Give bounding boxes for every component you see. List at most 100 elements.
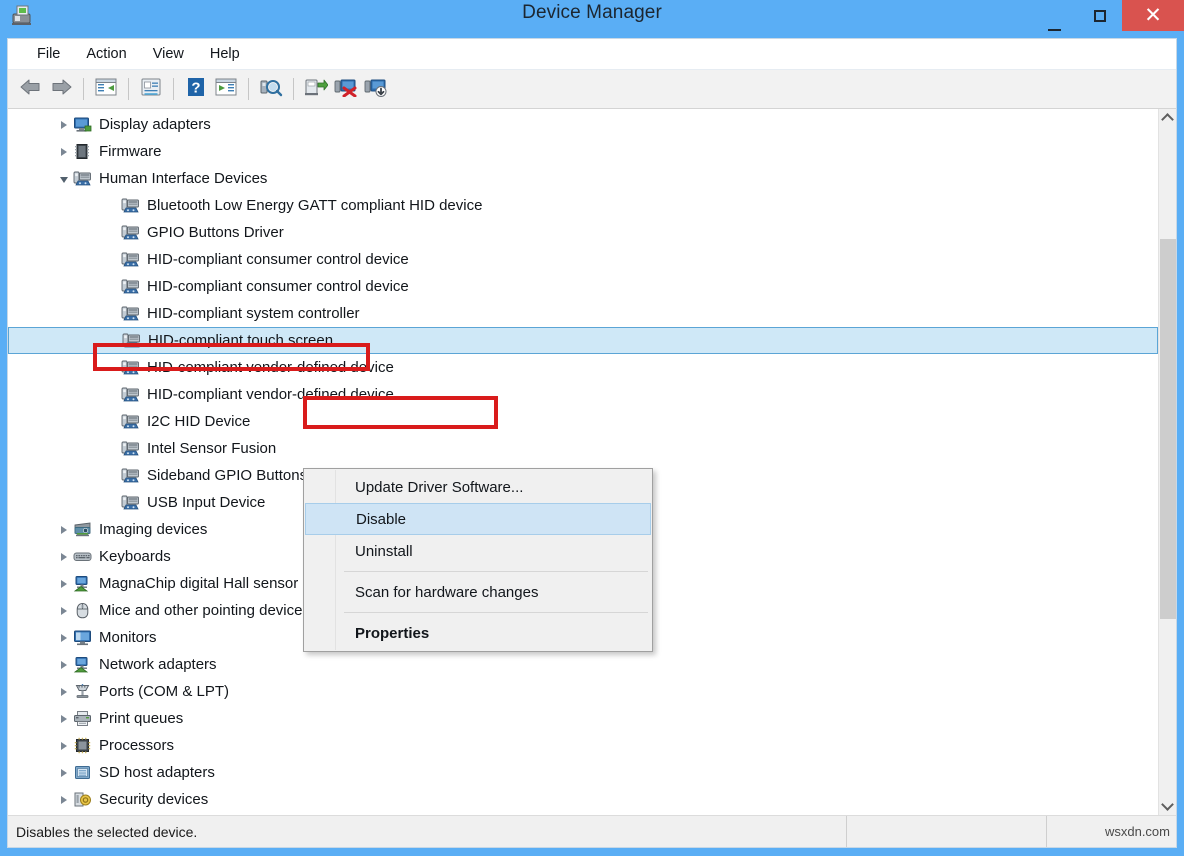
tree-item-label: HID-compliant system controller [147,305,360,323]
tree-item-label: Intel Sensor Fusion [147,440,276,458]
close-button[interactable]: ✕ [1122,0,1184,31]
ctx-separator-1 [344,571,648,572]
expand-triangle-icon[interactable] [56,526,72,534]
tree-item[interactable]: Firmware [8,138,1158,165]
expand-triangle-icon[interactable] [56,634,72,642]
expand-triangle-icon[interactable] [56,742,72,750]
minimize-button[interactable] [1032,0,1077,39]
scrollbar-thumb[interactable] [1160,239,1176,619]
svg-text:?: ? [191,79,200,96]
toolbar-separator [248,78,249,100]
ctx-disable[interactable]: Disable [305,503,651,535]
hid-icon [120,278,140,296]
tree-item-label: Sideband GPIO Buttons [147,467,307,485]
toolbar-separator [128,78,129,100]
tree-item[interactable]: HID-compliant vendor-defined device [8,354,1158,381]
network-adapter-icon [72,656,92,674]
menu-action[interactable]: Action [73,43,139,66]
toolbar-help-button[interactable]: ? [181,74,211,104]
tree-item[interactable]: Intel Sensor Fusion [8,435,1158,462]
expand-triangle-icon[interactable] [56,796,72,804]
vertical-scrollbar[interactable] [1158,109,1176,815]
expand-triangle-icon[interactable] [56,553,72,561]
toolbar-action-pane-button[interactable] [211,74,241,104]
ctx-properties[interactable]: Properties [304,617,652,649]
tree-item[interactable]: Ports (COM & LPT) [8,678,1158,705]
scroll-up-button[interactable] [1159,109,1176,127]
expand-triangle-icon[interactable] [56,121,72,129]
tree-item[interactable]: HID-compliant consumer control device [8,273,1158,300]
tree-item-label: Bluetooth Low Energy GATT compliant HID … [147,197,482,215]
device-tree[interactable]: Display adapters Firmware Human Interface … [8,109,1158,815]
chevron-down-icon [1161,798,1174,811]
tree-item-label: GPIO Buttons Driver [147,224,284,242]
processor-icon [72,737,92,755]
expand-triangle-icon[interactable] [56,607,72,615]
tree-item[interactable]: Display adapters [8,111,1158,138]
expand-triangle-icon[interactable] [56,769,72,777]
collapse-triangle-icon[interactable] [56,174,72,183]
firmware-chip-icon [72,143,92,161]
enable-device-icon [364,77,388,102]
title-bar: Device Manager ✕ [0,0,1184,31]
tree-item-label: Ports (COM & LPT) [99,683,229,701]
window-controls: ✕ [1032,0,1184,31]
tree-item-label: I2C HID Device [147,413,250,431]
tree-item[interactable]: Print queues [8,705,1158,732]
expand-triangle-icon[interactable] [56,148,72,156]
ctx-update-driver-software[interactable]: Update Driver Software... [304,471,652,503]
tree-item-label: Security devices [99,791,208,809]
expand-triangle-icon[interactable] [56,580,72,588]
tree-item-label: Print queues [99,710,183,728]
expand-triangle-icon[interactable] [56,715,72,723]
tree-item[interactable]: GPIO Buttons Driver [8,219,1158,246]
toolbar-update-driver-button[interactable] [301,74,331,104]
tree-item[interactable]: HID-compliant system controller [8,300,1158,327]
menu-help[interactable]: Help [197,43,253,66]
toolbar-console-tree-button[interactable] [91,74,121,104]
hid-icon [120,224,140,242]
tree-item-label: Processors [99,737,174,755]
device-manager-window: Device Manager ✕ File Action View Help [0,0,1184,856]
tree-item[interactable]: HID-compliant vendor-defined device [8,381,1158,408]
device-context-menu[interactable]: Update Driver Software...DisableUninstal… [303,468,653,652]
tree-item[interactable]: I2C HID Device [8,408,1158,435]
toolbar-disable-device-button[interactable] [331,74,361,104]
menu-view[interactable]: View [140,43,197,66]
ctx-scan-for-hardware-changes[interactable]: Scan for hardware changes [304,576,652,608]
tree-item-label: Firmware [99,143,162,161]
expand-triangle-icon[interactable] [56,688,72,696]
toolbar-back-button[interactable] [16,74,46,104]
toolbar-properties-button[interactable] [136,74,166,104]
ctx-uninstall[interactable]: Uninstall [304,535,652,567]
maximize-icon [1094,10,1106,22]
tree-item-selected[interactable]: HID-compliant touch screen [8,327,1158,354]
tree-item[interactable]: Human Interface Devices [8,165,1158,192]
tree-item[interactable]: Network adapters [8,651,1158,678]
hid-icon [120,197,140,215]
hid-icon [120,413,140,431]
status-message: Disables the selected device. [8,816,846,847]
port-icon [72,683,92,701]
printer-icon [72,710,92,728]
toolbar-forward-button[interactable] [46,74,76,104]
close-icon: ✕ [1144,5,1162,26]
tree-item[interactable]: HID-compliant consumer control device [8,246,1158,273]
tree-item[interactable]: Security devices [8,786,1158,813]
toolbar-enable-device-button[interactable] [361,74,391,104]
hid-icon [120,440,140,458]
expand-triangle-icon[interactable] [56,661,72,669]
hid-icon [120,305,140,323]
tree-item[interactable]: Bluetooth Low Energy GATT compliant HID … [8,192,1158,219]
scroll-down-button[interactable] [1159,797,1176,815]
toolbar-scan-hardware-button[interactable] [256,74,286,104]
tree-item-label: USB Input Device [147,494,265,512]
maximize-button[interactable] [1077,0,1122,31]
tree-item[interactable]: Processors [8,732,1158,759]
tree-item-label: Network adapters [99,656,217,674]
hid-icon [121,332,141,350]
tree-item[interactable]: SD host adapters [8,759,1158,786]
ctx-separator-2 [344,612,648,613]
menu-file[interactable]: File [24,43,73,66]
hid-icon [120,359,140,377]
